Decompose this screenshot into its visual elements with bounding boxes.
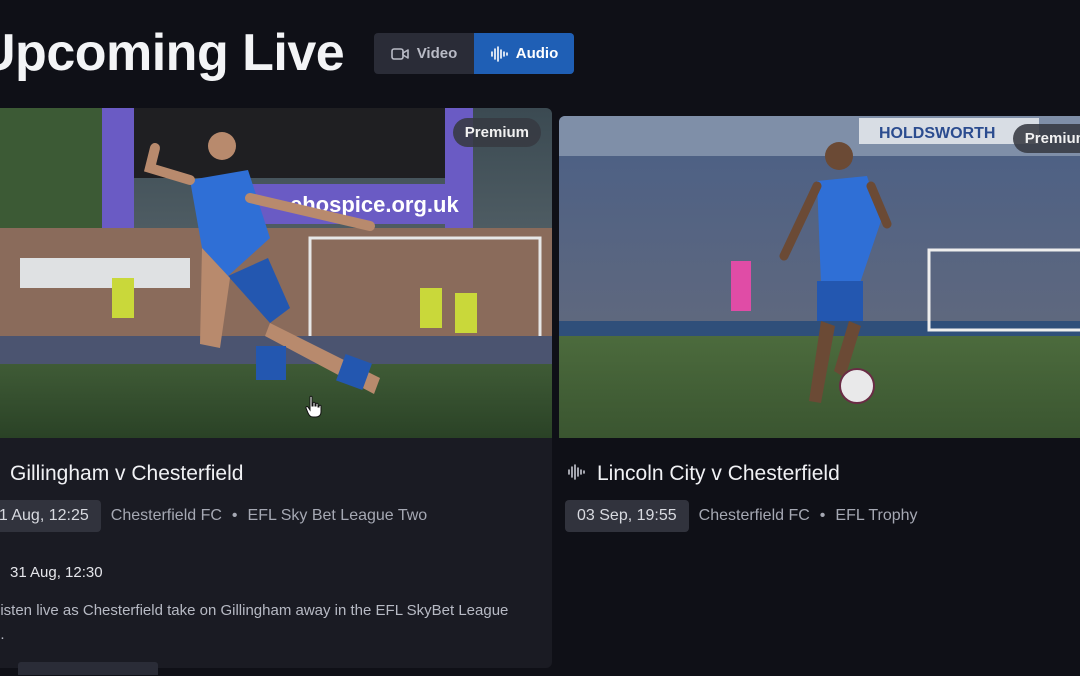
event-title-row: Lincoln City v Chesterfield [567,462,840,486]
audio-wave-icon [490,45,508,62]
club-name: Chesterfield FC [698,507,810,524]
club-name: Chesterfield FC [110,507,222,524]
date-chip: 31 Aug, 12:25 [0,500,101,532]
hand-cursor-icon [304,395,324,424]
audio-toggle-label: Audio [515,45,559,62]
event-card-lincoln[interactable]: HOLDSWORTH Premium Lincoln City v Cheste… [559,116,1080,676]
separator-dot: • [231,507,238,524]
event-thumbnail[interactable]: ehospice.org.uk Premium [0,108,552,438]
event-title[interactable]: Lincoln City v Chesterfield [597,462,840,486]
event-card-gillingham[interactable]: ehospice.org.uk Premium Gillingham v Che… [0,108,552,668]
event-thumbnail[interactable]: HOLDSWORTH Premium [559,116,1080,438]
video-toggle-button[interactable]: Video [374,33,474,74]
next-section-heading [18,662,158,675]
event-meta-row: 31 Aug, 12:25 Chesterfield FC • EFL Sky … [0,500,427,532]
video-camera-icon [390,47,409,61]
svg-text:HOLDSWORTH: HOLDSWORTH [879,125,995,142]
event-start-time: 31 Aug, 12:30 [10,564,103,581]
competition-name: EFL Trophy [835,507,918,524]
event-title-row: Gillingham v Chesterfield [10,462,243,486]
event-title[interactable]: Gillingham v Chesterfield [10,462,243,486]
separator-dot: • [819,507,826,524]
page-title: Upcoming Live [0,24,345,82]
event-description: Listen live as Chesterfield take on Gill… [0,602,509,643]
video-toggle-label: Video [416,45,458,62]
premium-badge: Premium [1012,124,1080,153]
match-photo: ehospice.org.uk [0,108,552,438]
competition-name: EFL Sky Bet League Two [247,507,428,524]
match-photo: HOLDSWORTH [559,116,1080,438]
event-meta-row: 03 Sep, 19:55 Chesterfield FC • EFL Trop… [565,500,918,532]
date-chip: 03 Sep, 19:55 [565,500,689,532]
premium-badge: Premium [452,118,541,147]
audio-wave-icon [567,462,587,486]
media-type-toggle[interactable]: Video Audio [374,33,574,74]
audio-toggle-button[interactable]: Audio [474,33,574,74]
